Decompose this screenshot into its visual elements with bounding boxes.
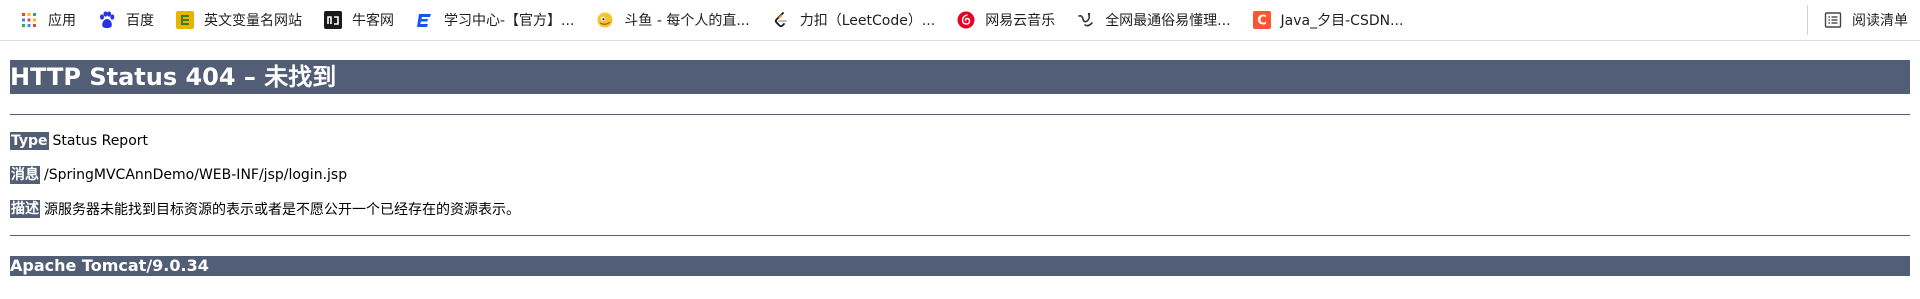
codelf-icon [176, 11, 194, 29]
svg-text:C: C [1257, 14, 1267, 29]
bookmark-article[interactable]: 全网最通俗易懂理... [1069, 5, 1238, 35]
learning-center-icon [416, 11, 434, 29]
reading-list-label: 阅读清单 [1852, 13, 1908, 29]
bookmark-netease-music[interactable]: 网易云音乐 [949, 5, 1063, 35]
bookmark-csdn[interactable]: C Java_夕目-CSDN... [1245, 5, 1412, 35]
bookmark-label: 英文变量名网站 [204, 13, 302, 29]
description-row: 描述 源服务器未能找到目标资源的表示或者是不愿公开一个已经存在的资源表示。 [10, 199, 1910, 219]
bookmark-douyu[interactable]: 斗鱼 - 每个人的直... [588, 5, 757, 35]
apps-grid-icon [20, 11, 38, 29]
divider [10, 235, 1910, 236]
baidu-paw-icon [98, 11, 116, 29]
bookmark-label: 斗鱼 - 每个人的直... [624, 13, 750, 29]
message-label: 消息 [10, 166, 40, 184]
bookmark-label: 应用 [48, 13, 76, 29]
article-icon [1077, 11, 1095, 29]
csdn-icon: C [1252, 11, 1271, 29]
bookmark-label: 牛客网 [352, 13, 394, 29]
description-label: 描述 [10, 200, 40, 218]
bookmark-nowcoder[interactable]: 牛客网 [316, 5, 402, 35]
douyu-icon [596, 11, 614, 29]
bookmark-label: Java_夕目-CSDN... [1280, 13, 1404, 29]
bookmark-label: 全网最通俗易懂理... [1105, 13, 1231, 29]
type-row: Type Status Report [10, 131, 1910, 151]
server-footer: Apache Tomcat/9.0.34 [10, 256, 1910, 276]
reading-list-icon [1824, 11, 1842, 29]
leetcode-icon [772, 11, 790, 29]
bookmark-label: 学习中心-【官方】... [444, 13, 575, 29]
page-title: HTTP Status 404 – 未找到 [10, 60, 1910, 94]
bookmark-label: 百度 [126, 13, 154, 29]
message-value: /SpringMVCAnnDemo/WEB-INF/jsp/login.jsp [44, 167, 348, 183]
message-row: 消息 /SpringMVCAnnDemo/WEB-INF/jsp/login.j… [10, 165, 1910, 185]
divider [10, 114, 1910, 115]
bookmarks-bar: 应用 百度 英文变量名网站 牛客网 学习中心-【官方】... 斗鱼 - 每个人的… [0, 0, 1920, 41]
bookmark-label: 力扣（LeetCode）... [799, 13, 936, 29]
bookmark-apps[interactable]: 应用 [12, 5, 84, 35]
type-value: Status Report [52, 133, 149, 149]
bookmark-leetcode[interactable]: 力扣（LeetCode）... [764, 5, 943, 35]
bookmark-codelf[interactable]: 英文变量名网站 [168, 5, 310, 35]
error-page: HTTP Status 404 – 未找到 Type Status Report… [10, 60, 1910, 276]
description-value: 源服务器未能找到目标资源的表示或者是不愿公开一个已经存在的资源表示。 [44, 202, 520, 218]
bookmark-label: 网易云音乐 [985, 13, 1056, 29]
bookmarks-list: 应用 百度 英文变量名网站 牛客网 学习中心-【官方】... 斗鱼 - 每个人的… [0, 0, 1417, 40]
type-label: Type [10, 132, 49, 150]
nowcoder-icon [324, 11, 342, 29]
reading-list-button[interactable]: 阅读清单 [1807, 5, 1908, 35]
netease-music-icon [957, 11, 975, 29]
bookmark-learning-center[interactable]: 学习中心-【官方】... [408, 5, 582, 35]
bookmark-baidu[interactable]: 百度 [90, 5, 162, 35]
